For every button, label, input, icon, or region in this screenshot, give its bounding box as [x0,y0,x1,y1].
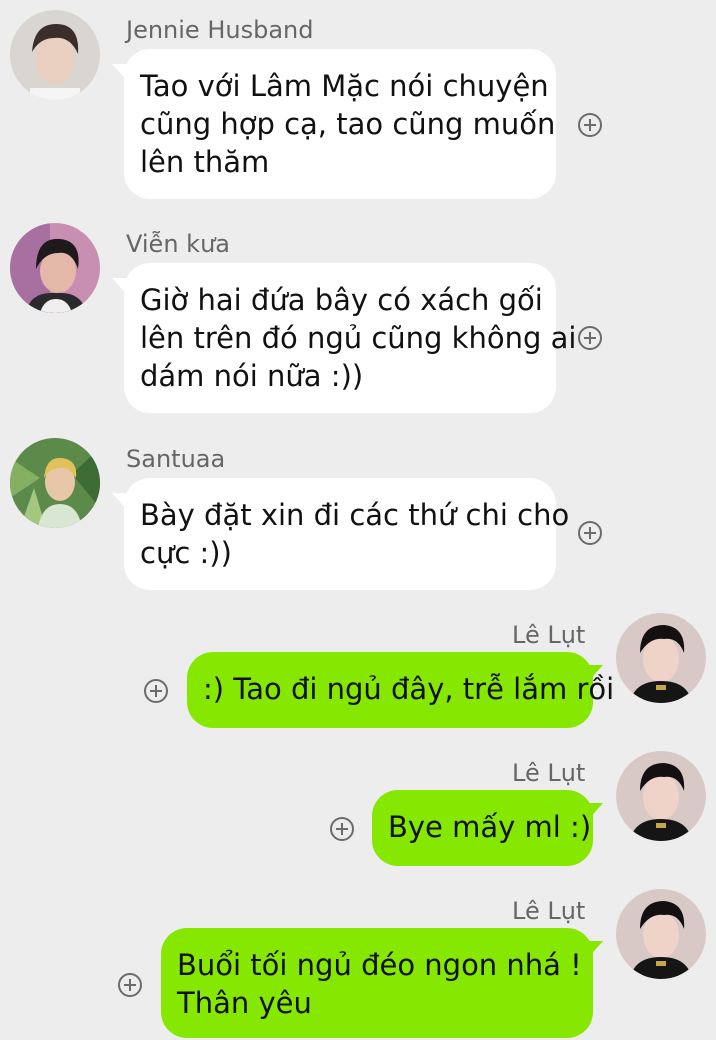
message-text-line: lên trên đó ngủ cũng không ai [140,321,577,355]
avatar-image [616,613,706,703]
message-text-line: :) Tao đi ngủ đây, trễ lắm rồi [203,672,615,706]
sender-name: Viễn kưa [126,230,230,258]
avatar[interactable] [616,613,706,703]
message-bubble[interactable]: :) Tao đi ngủ đây, trễ lắm rồi [187,652,615,728]
add-reaction-icon[interactable] [144,679,168,703]
message-text-line: Bye mấy ml :) [388,810,592,844]
message-text-line: Bày đặt xin đi các thứ chi cho [140,498,570,532]
message-text-line: cũng hợp cạ, tao cũng muốn [140,107,556,141]
add-reaction-icon[interactable] [578,521,602,545]
sender-name: Jennie Husband [126,16,314,44]
message-text-line: cực :)) [140,536,232,570]
sender-name: Lê Lụt [512,621,586,649]
avatar[interactable] [10,438,100,528]
avatar-image [10,223,100,313]
message-bubble[interactable]: Bày đặt xin đi các thứ chi cho cực :)) [124,478,570,590]
message-text-line: lên thăm [140,145,270,179]
message-text-line: Tao với Lâm Mặc nói chuyện [140,69,549,103]
add-reaction-icon[interactable] [330,817,354,841]
message-text-line: Buổi tối ngủ đéo ngon nhá ! [177,948,582,982]
message-text-line: Giờ hai đứa bây có xách gối [140,283,543,317]
avatar[interactable] [616,751,706,841]
avatar[interactable] [616,889,706,979]
sender-name: Lê Lụt [512,759,586,787]
avatar-image [10,438,100,528]
avatar[interactable] [10,223,100,313]
add-reaction-icon[interactable] [578,326,602,350]
message-text-line: Thân yêu [177,986,312,1020]
sender-name: Lê Lụt [512,897,586,925]
message-bubble[interactable]: Giờ hai đứa bây có xách gối lên trên đó … [124,263,577,413]
avatar-image [10,10,100,100]
sender-name: Santuaa [126,445,226,473]
message-bubble[interactable]: Bye mấy ml :) [372,790,593,866]
message-text-line: dám nói nữa :)) [140,359,364,393]
message-bubble[interactable]: Buổi tối ngủ đéo ngon nhá ! Thân yêu [161,928,593,1038]
message-bubble[interactable]: Tao với Lâm Mặc nói chuyện cũng hợp cạ, … [124,49,556,199]
avatar[interactable] [10,10,100,100]
avatar-image [616,751,706,841]
add-reaction-icon[interactable] [578,113,602,137]
avatar-image [616,889,706,979]
add-reaction-icon[interactable] [118,973,142,997]
